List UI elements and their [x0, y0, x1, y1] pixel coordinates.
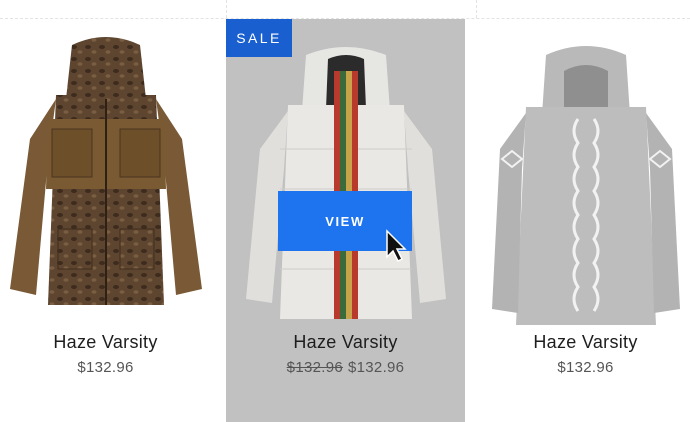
product-price-group: $132.96 $132.96: [226, 359, 465, 376]
sale-badge: SALE: [226, 19, 292, 57]
product-card[interactable]: Haze Varsity $132.96: [466, 19, 690, 422]
grid-guide: [226, 0, 227, 18]
jacket-illustration: [246, 47, 446, 319]
product-image-brown-parka[interactable]: [0, 19, 225, 329]
grid-guide: [476, 0, 477, 18]
product-image-white-jacket[interactable]: [226, 19, 465, 329]
jacket-illustration: [492, 46, 680, 325]
product-price: $132.96: [557, 359, 614, 376]
mouse-pointer-icon: [386, 229, 407, 263]
original-price: $132.96: [286, 359, 343, 376]
product-card[interactable]: Haze Varsity $132.96: [0, 19, 225, 422]
product-title[interactable]: Haze Varsity: [0, 332, 225, 353]
product-price: $132.96: [77, 359, 134, 376]
product-title[interactable]: Haze Varsity: [466, 332, 690, 353]
product-card[interactable]: SALE VIEW Haze Varsity $132.96 $132.96: [226, 19, 465, 422]
jacket-illustration: [10, 37, 202, 305]
product-title[interactable]: Haze Varsity: [226, 332, 465, 353]
product-image-grey-jacket[interactable]: [466, 19, 690, 329]
sale-price: $132.96: [348, 359, 405, 376]
